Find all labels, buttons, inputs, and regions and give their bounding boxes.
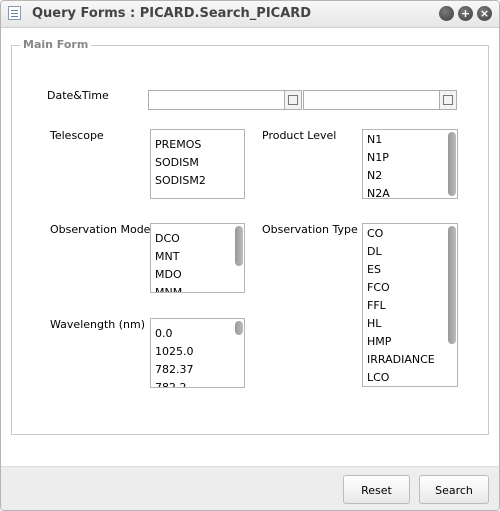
close-button[interactable]: × <box>477 6 492 21</box>
list-item[interactable]: DL <box>363 243 457 261</box>
scrollbar[interactable] <box>235 226 243 266</box>
product-level-label: Product Level <box>262 129 337 142</box>
telescope-listbox[interactable]: PREMOS SODISM SODISM2 <box>150 129 245 199</box>
list-item[interactable]: MNM <box>151 284 244 292</box>
list-item[interactable]: SODISM <box>151 154 244 172</box>
scrollbar[interactable] <box>448 226 456 344</box>
list-item[interactable]: LCO <box>363 369 457 386</box>
list-item[interactable]: 0.0 <box>151 325 244 343</box>
list-item[interactable]: DCO <box>151 230 244 248</box>
window-title: Query Forms : PICARD.Search_PICARD <box>32 6 312 21</box>
list-item[interactable]: FCO <box>363 279 457 297</box>
list-item[interactable]: IRRADIANCE <box>363 351 457 369</box>
list-item[interactable]: MDO <box>151 266 244 284</box>
list-item[interactable]: FFL <box>363 297 457 315</box>
list-item[interactable]: PREMOS <box>151 136 244 154</box>
wavelength-label: Wavelength (nm) <box>50 318 146 331</box>
list-item[interactable]: HL <box>363 315 457 333</box>
list-item[interactable]: CO <box>363 225 457 243</box>
list-item[interactable]: HMP <box>363 333 457 351</box>
list-item[interactable]: SODISM2 <box>151 172 244 190</box>
query-forms-window: Query Forms : PICARD.Search_PICARD + × M… <box>0 0 500 511</box>
add-button[interactable]: + <box>458 6 473 21</box>
calendar-icon[interactable] <box>439 91 456 109</box>
datetime-end-field[interactable] <box>303 90 457 110</box>
list-item[interactable]: ES <box>363 261 457 279</box>
observation-mode-listbox[interactable]: DCO MNT MDO MNM <box>150 223 245 293</box>
telescope-label: Telescope <box>50 129 104 142</box>
scrollbar[interactable] <box>448 132 456 196</box>
list-item[interactable]: 782.37 <box>151 361 244 379</box>
list-item[interactable]: 1025.0 <box>151 343 244 361</box>
observation-type-listbox[interactable]: CO DL ES FCO FFL HL HMP IRRADIANCE LCO <box>362 223 458 387</box>
scrollbar[interactable] <box>235 321 243 335</box>
list-item[interactable]: 782.2 <box>151 379 244 387</box>
calendar-icon[interactable] <box>284 91 301 109</box>
datetime-start-field[interactable] <box>148 90 302 110</box>
title-bar: Query Forms : PICARD.Search_PICARD + × <box>1 1 499 28</box>
form-icon <box>8 6 21 20</box>
observation-mode-label: Observation Mode <box>50 223 151 236</box>
datetime-label: Date&Time <box>47 89 109 102</box>
list-item[interactable]: N2A <box>363 185 457 198</box>
wavelength-listbox[interactable]: 0.0 1025.0 782.37 782.2 <box>150 318 245 388</box>
main-form-legend: Main Form <box>20 38 92 51</box>
toggle-button[interactable] <box>439 6 454 21</box>
reset-button[interactable]: Reset <box>343 475 410 504</box>
observation-type-label: Observation Type <box>262 223 358 236</box>
product-level-listbox[interactable]: N1 N1P N2 N2A <box>362 129 458 199</box>
list-item[interactable]: N1P <box>363 149 457 167</box>
list-item[interactable]: N1 <box>363 131 457 149</box>
search-button[interactable]: Search <box>419 475 489 504</box>
list-item[interactable]: N2 <box>363 167 457 185</box>
list-item[interactable]: MNT <box>151 248 244 266</box>
